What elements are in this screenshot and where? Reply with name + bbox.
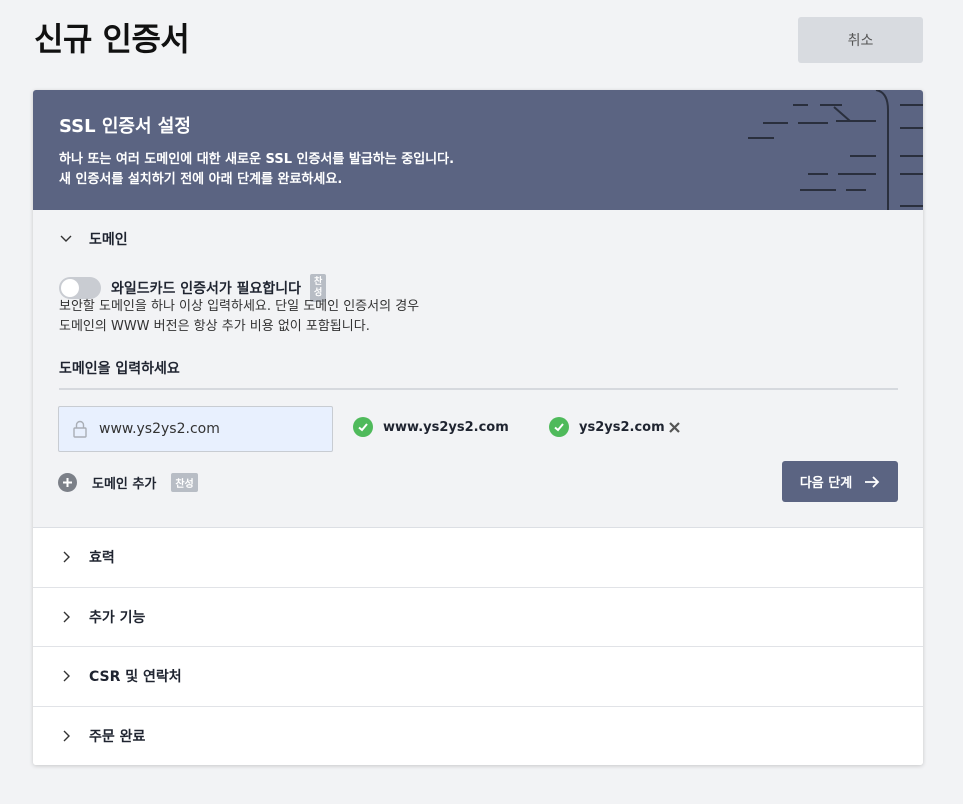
- toggle-knob: [61, 279, 79, 297]
- cancel-button[interactable]: 취소: [798, 17, 923, 63]
- banner-decoration-icon: [748, 90, 923, 210]
- domain-chip-root: ys2ys2.com: [549, 417, 665, 437]
- page-title: 신규 인증서: [34, 20, 190, 58]
- wildcard-label: 와일드카드 인증서가 필요합니다: [111, 281, 302, 297]
- section-label: 효력: [89, 550, 115, 567]
- check-circle-icon: [549, 417, 569, 437]
- help-line2: 도메인의 WWW 버전은 항상 추가 비용 없이 포함됩니다.: [59, 319, 370, 334]
- domain-input[interactable]: [99, 421, 299, 437]
- domain-section: 도메인 와일드카드 인증서가 필요합니다 찬 성 보안할 도메인을 하나 이상 …: [33, 210, 923, 528]
- enter-domain-label: 도메인을 입력하세요: [59, 361, 180, 377]
- next-step-label: 다음 단계: [799, 476, 853, 491]
- section-order-complete[interactable]: 주문 완료: [33, 706, 923, 765]
- section-label: CSR 및 연락처: [89, 669, 182, 686]
- add-domain-button[interactable]: 도메인 추가 찬성: [58, 473, 198, 492]
- section-csr-contacts[interactable]: CSR 및 연락처: [33, 647, 923, 707]
- chevron-down-icon: [60, 235, 72, 242]
- domain-section-label: 도메인: [89, 232, 128, 248]
- ssl-banner: SSL 인증서 설정 하나 또는 여러 도메인에 대한 새로운 SSL 인증서를…: [33, 90, 923, 210]
- arrow-right-icon: [865, 475, 880, 488]
- wildcard-toggle[interactable]: [59, 277, 101, 299]
- section-validity[interactable]: 효력: [33, 528, 923, 588]
- section-addons[interactable]: 추가 기능: [33, 587, 923, 647]
- next-step-button[interactable]: 다음 단계: [782, 461, 898, 502]
- certificate-card: SSL 인증서 설정 하나 또는 여러 도메인에 대한 새로운 SSL 인증서를…: [33, 90, 923, 765]
- chevron-right-icon: [63, 551, 70, 563]
- plus-circle-icon: [58, 473, 77, 492]
- domain-help-text: 보안할 도메인을 하나 이상 입력하세요. 단일 도메인 인증서의 경우 도메인…: [59, 297, 419, 337]
- chevron-right-icon: [63, 670, 70, 682]
- lock-icon: [73, 420, 87, 438]
- domain-chip-www: www.ys2ys2.com: [353, 417, 509, 437]
- add-domain-label: 도메인 추가: [92, 477, 157, 492]
- add-domain-badge: 찬성: [171, 473, 198, 492]
- help-line1: 보안할 도메인을 하나 이상 입력하세요. 단일 도메인 인증서의 경우: [59, 299, 420, 314]
- domain-chip-label: ys2ys2.com: [579, 419, 665, 435]
- wildcard-badge-line1: 찬: [313, 277, 323, 287]
- domain-section-header[interactable]: 도메인: [59, 230, 128, 248]
- section-label: 주문 완료: [89, 729, 146, 746]
- check-circle-icon: [353, 417, 373, 437]
- domain-input-wrap: [58, 406, 333, 452]
- close-icon[interactable]: [669, 422, 680, 433]
- domain-chip-label: www.ys2ys2.com: [383, 419, 509, 435]
- chevron-right-icon: [63, 611, 70, 623]
- divider: [59, 388, 898, 390]
- section-label: 추가 기능: [89, 609, 146, 626]
- chevron-right-icon: [63, 730, 70, 742]
